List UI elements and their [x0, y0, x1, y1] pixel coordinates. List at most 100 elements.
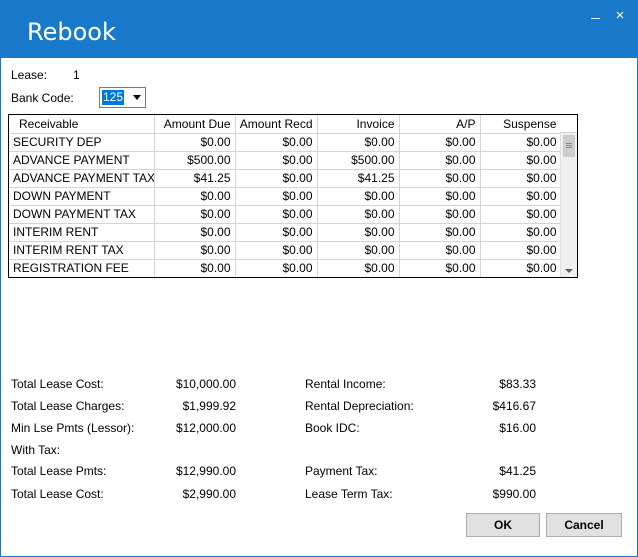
amount-cell[interactable]: $0.00 [399, 241, 481, 260]
book-idc-value: $16.00 [499, 421, 536, 435]
amount-cell[interactable]: $0.00 [235, 205, 318, 224]
bank-code-label: Bank Code: [11, 91, 74, 105]
amount-cell[interactable]: $0.00 [317, 187, 400, 206]
table-row[interactable]: INTERIM RENT TAX $0.00 $0.00 $0.00 $0.00 $0.0… [9, 241, 562, 260]
amount-cell[interactable]: $500.00 [154, 151, 236, 170]
bank-code-select[interactable]: 125 [99, 87, 146, 108]
title-bar[interactable]: Rebook × [1, 1, 637, 58]
window-title: Rebook [27, 18, 116, 46]
amount-cell[interactable]: $0.00 [480, 223, 562, 242]
amount-cell[interactable]: $0.00 [480, 169, 562, 188]
column-header-amount-recd[interactable]: Amount Recd [235, 115, 318, 134]
amount-cell[interactable]: $41.25 [317, 169, 400, 188]
amount-cell[interactable]: $0.00 [235, 151, 318, 170]
amount-cell[interactable]: $0.00 [154, 259, 236, 277]
column-header-invoice[interactable]: Invoice [317, 115, 400, 134]
amount-cell[interactable]: $0.00 [235, 169, 318, 188]
header-row: Receivable Amount Due Amount Recd Invoic… [9, 115, 562, 134]
amount-cell[interactable]: $0.00 [317, 205, 400, 224]
amount-cell[interactable]: $0.00 [399, 133, 481, 152]
table-row[interactable]: ADVANCE PAYMENT $500.00 $0.00 $500.00 $0.00 $… [9, 151, 562, 170]
amount-cell[interactable]: $0.00 [317, 223, 400, 242]
grid-corner [560, 115, 577, 133]
total-lease-cost-value: $10,000.00 [175, 377, 236, 391]
table-row[interactable]: DOWN PAYMENT $0.00 $0.00 $0.00 $0.00 $0.00 [9, 187, 562, 206]
chevron-down-icon[interactable] [133, 95, 141, 100]
ok-button[interactable]: OK [466, 513, 540, 537]
amount-cell[interactable]: $0.00 [235, 241, 318, 260]
amount-cell[interactable]: $0.00 [154, 223, 236, 242]
table-row[interactable]: ADVANCE PAYMENT TAX $41.25 $0.00 $41.25 $0.0… [9, 169, 562, 188]
receivable-cell[interactable]: INTERIM RENT [9, 223, 155, 242]
rental-depreciation-value: $416.67 [492, 399, 536, 413]
column-header-receivable[interactable]: Receivable [9, 115, 155, 134]
amount-cell[interactable]: $0.00 [480, 241, 562, 260]
scroll-down-arrow-icon[interactable] [565, 269, 573, 273]
total-lease-charges-value: $1,999.92 [182, 399, 236, 413]
amount-cell[interactable]: $0.00 [399, 169, 481, 188]
receivable-cell[interactable]: DOWN PAYMENT [9, 187, 155, 206]
table-row[interactable]: INTERIM RENT $0.00 $0.00 $0.00 $0.00 $0.00 [9, 223, 562, 242]
amount-cell[interactable]: $0.00 [235, 133, 318, 152]
amount-cell[interactable]: $0.00 [399, 151, 481, 170]
lease-label: Lease: [11, 68, 48, 82]
amount-cell[interactable]: $0.00 [399, 259, 481, 277]
amount-cell[interactable]: $0.00 [154, 241, 236, 260]
min-lse-pmts-value: $12,000.00 [175, 421, 236, 435]
rental-depreciation-label: Rental Depreciation: [305, 399, 414, 413]
total-lease-cost-tax-label: Total Lease Cost: [11, 487, 104, 501]
receivable-cell[interactable]: ADVANCE PAYMENT [9, 151, 155, 170]
amount-cell[interactable]: $0.00 [480, 205, 562, 224]
receivables-grid[interactable]: Receivable Amount Due Amount Recd Invoic… [8, 114, 578, 278]
column-header-suspense[interactable]: Suspense [480, 115, 562, 134]
amount-cell[interactable]: $0.00 [154, 205, 236, 224]
receivable-cell[interactable]: SECURITY DEP [9, 133, 155, 152]
amount-cell[interactable]: $0.00 [235, 187, 318, 206]
lease-value: 1 [73, 68, 80, 82]
amount-cell[interactable]: $0.00 [399, 205, 481, 224]
total-lease-pmts-label: Total Lease Pmts: [11, 464, 107, 478]
table-row[interactable]: DOWN PAYMENT TAX $0.00 $0.00 $0.00 $0.00 $0.0… [9, 205, 562, 224]
table-row[interactable]: SECURITY DEP $0.00 $0.00 $0.00 $0.00 $0.00 [9, 133, 562, 152]
receivable-cell[interactable]: REGISTRATION FEE [9, 259, 155, 277]
amount-cell[interactable]: $0.00 [154, 133, 236, 152]
receivables-table: Receivable Amount Due Amount Recd Invoic… [9, 115, 562, 277]
amount-cell[interactable]: $0.00 [480, 187, 562, 206]
lease-term-tax-label: Lease Term Tax: [305, 487, 393, 501]
amount-cell[interactable]: $0.00 [480, 259, 562, 277]
column-header-amount-due[interactable]: Amount Due [154, 115, 236, 134]
rental-income-label: Rental Income: [305, 377, 386, 391]
amount-cell[interactable]: $0.00 [480, 133, 562, 152]
amount-cell[interactable]: $0.00 [317, 241, 400, 260]
scrollbar-thumb[interactable] [563, 135, 575, 157]
amount-cell[interactable]: $500.00 [317, 151, 400, 170]
close-button[interactable]: × [611, 7, 629, 25]
total-lease-cost-label: Total Lease Cost: [11, 377, 104, 391]
amount-cell[interactable]: $0.00 [154, 187, 236, 206]
amount-cell[interactable]: $0.00 [235, 259, 318, 277]
receivable-cell[interactable]: ADVANCE PAYMENT TAX [9, 169, 155, 188]
rental-income-value: $83.33 [499, 377, 536, 391]
amount-cell[interactable]: $0.00 [317, 259, 400, 277]
amount-cell[interactable]: $0.00 [480, 151, 562, 170]
book-idc-label: Book IDC: [305, 421, 360, 435]
receivable-cell[interactable]: INTERIM RENT TAX [9, 241, 155, 260]
amount-cell[interactable]: $41.25 [154, 169, 236, 188]
amount-cell[interactable]: $0.00 [399, 187, 481, 206]
grid-vertical-scrollbar[interactable] [560, 133, 577, 277]
column-header-ap[interactable]: A/P [399, 115, 481, 134]
total-lease-cost-tax-value: $2,990.00 [182, 487, 236, 501]
grip-line-icon [566, 143, 572, 144]
amount-cell[interactable]: $0.00 [399, 223, 481, 242]
cancel-button[interactable]: Cancel [546, 513, 622, 537]
amount-cell[interactable]: $0.00 [317, 133, 400, 152]
bank-code-value: 125 [102, 90, 125, 105]
amount-cell[interactable]: $0.00 [235, 223, 318, 242]
with-tax-label: With Tax: [11, 443, 61, 457]
grip-line-icon [566, 147, 572, 148]
receivable-cell[interactable]: DOWN PAYMENT TAX [9, 205, 155, 224]
table-row[interactable]: REGISTRATION FEE $0.00 $0.00 $0.00 $0.00 $0.0… [9, 259, 562, 277]
total-lease-charges-label: Total Lease Charges: [11, 399, 125, 413]
lease-term-tax-value: $990.00 [492, 487, 536, 501]
minimize-button[interactable] [587, 7, 605, 25]
